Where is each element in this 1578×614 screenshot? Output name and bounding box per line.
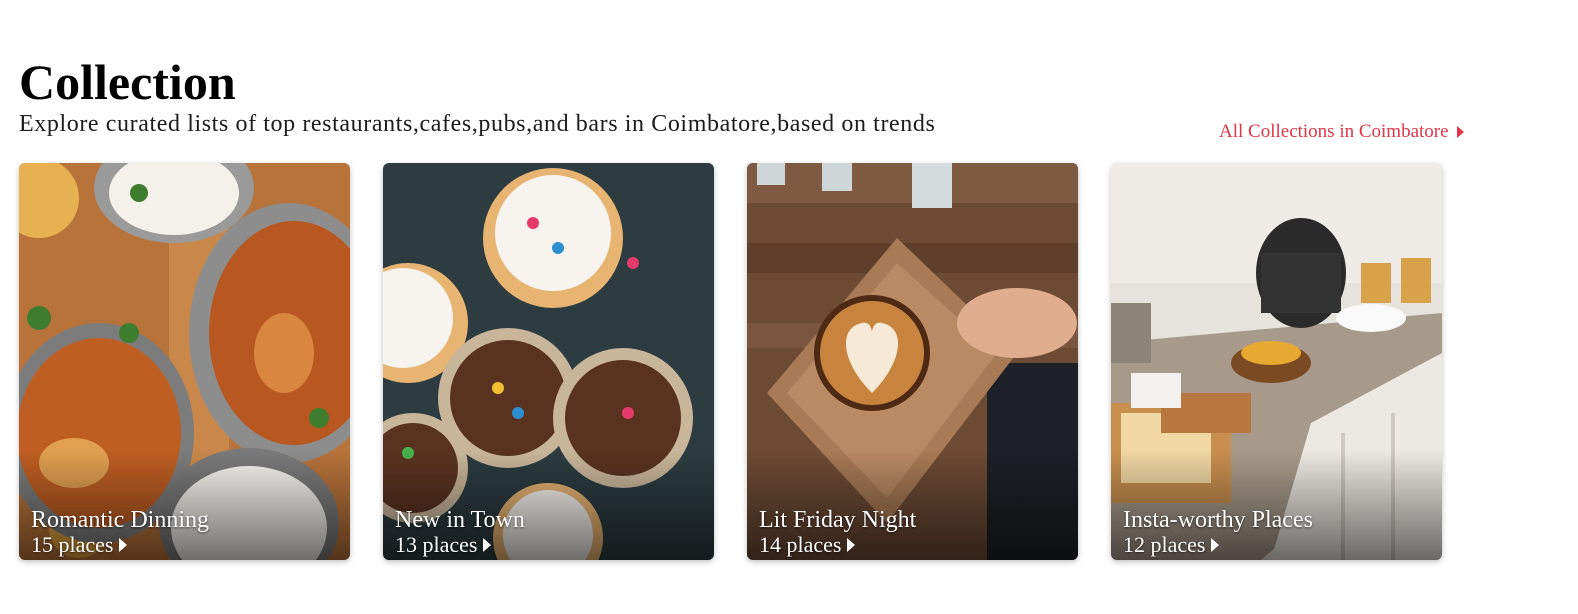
collection-places: 14 places: [759, 532, 856, 558]
caret-right-icon: [119, 538, 128, 552]
caret-right-icon: [1456, 126, 1464, 138]
collection-places: 15 places: [31, 532, 128, 558]
collection-places-count: 15 places: [31, 532, 114, 557]
collection-card-insta-worthy-places[interactable]: Insta-worthy Places 12 places: [1111, 163, 1442, 560]
collection-title: Romantic Dinning: [31, 507, 209, 533]
collection-places-count: 12 places: [1123, 532, 1206, 557]
collection-card-romantic-dinning[interactable]: Romantic Dinning 15 places: [19, 163, 350, 560]
collection-places-count: 14 places: [759, 532, 842, 557]
collection-cards: Romantic Dinning 15 places New in Town 1…: [19, 163, 1442, 560]
collection-card-lit-friday-night[interactable]: Lit Friday Night 14 places: [747, 163, 1078, 560]
all-collections-label: All Collections in Coimbatore: [1219, 121, 1449, 142]
collection-title: Insta-worthy Places: [1123, 507, 1313, 533]
caret-right-icon: [847, 538, 856, 552]
page-title: Collection: [19, 54, 236, 110]
page-subtitle: Explore curated lists of top restaurants…: [19, 111, 936, 137]
collection-places-count: 13 places: [395, 532, 478, 557]
caret-right-icon: [483, 538, 492, 552]
all-collections-link[interactable]: All Collections in Coimbatore: [1219, 120, 1464, 144]
collection-places: 12 places: [1123, 532, 1220, 558]
collection-title: Lit Friday Night: [759, 507, 917, 533]
collection-places: 13 places: [395, 532, 492, 558]
collection-title: New in Town: [395, 507, 525, 533]
caret-right-icon: [1211, 538, 1220, 552]
collection-card-new-in-town[interactable]: New in Town 13 places: [383, 163, 714, 560]
